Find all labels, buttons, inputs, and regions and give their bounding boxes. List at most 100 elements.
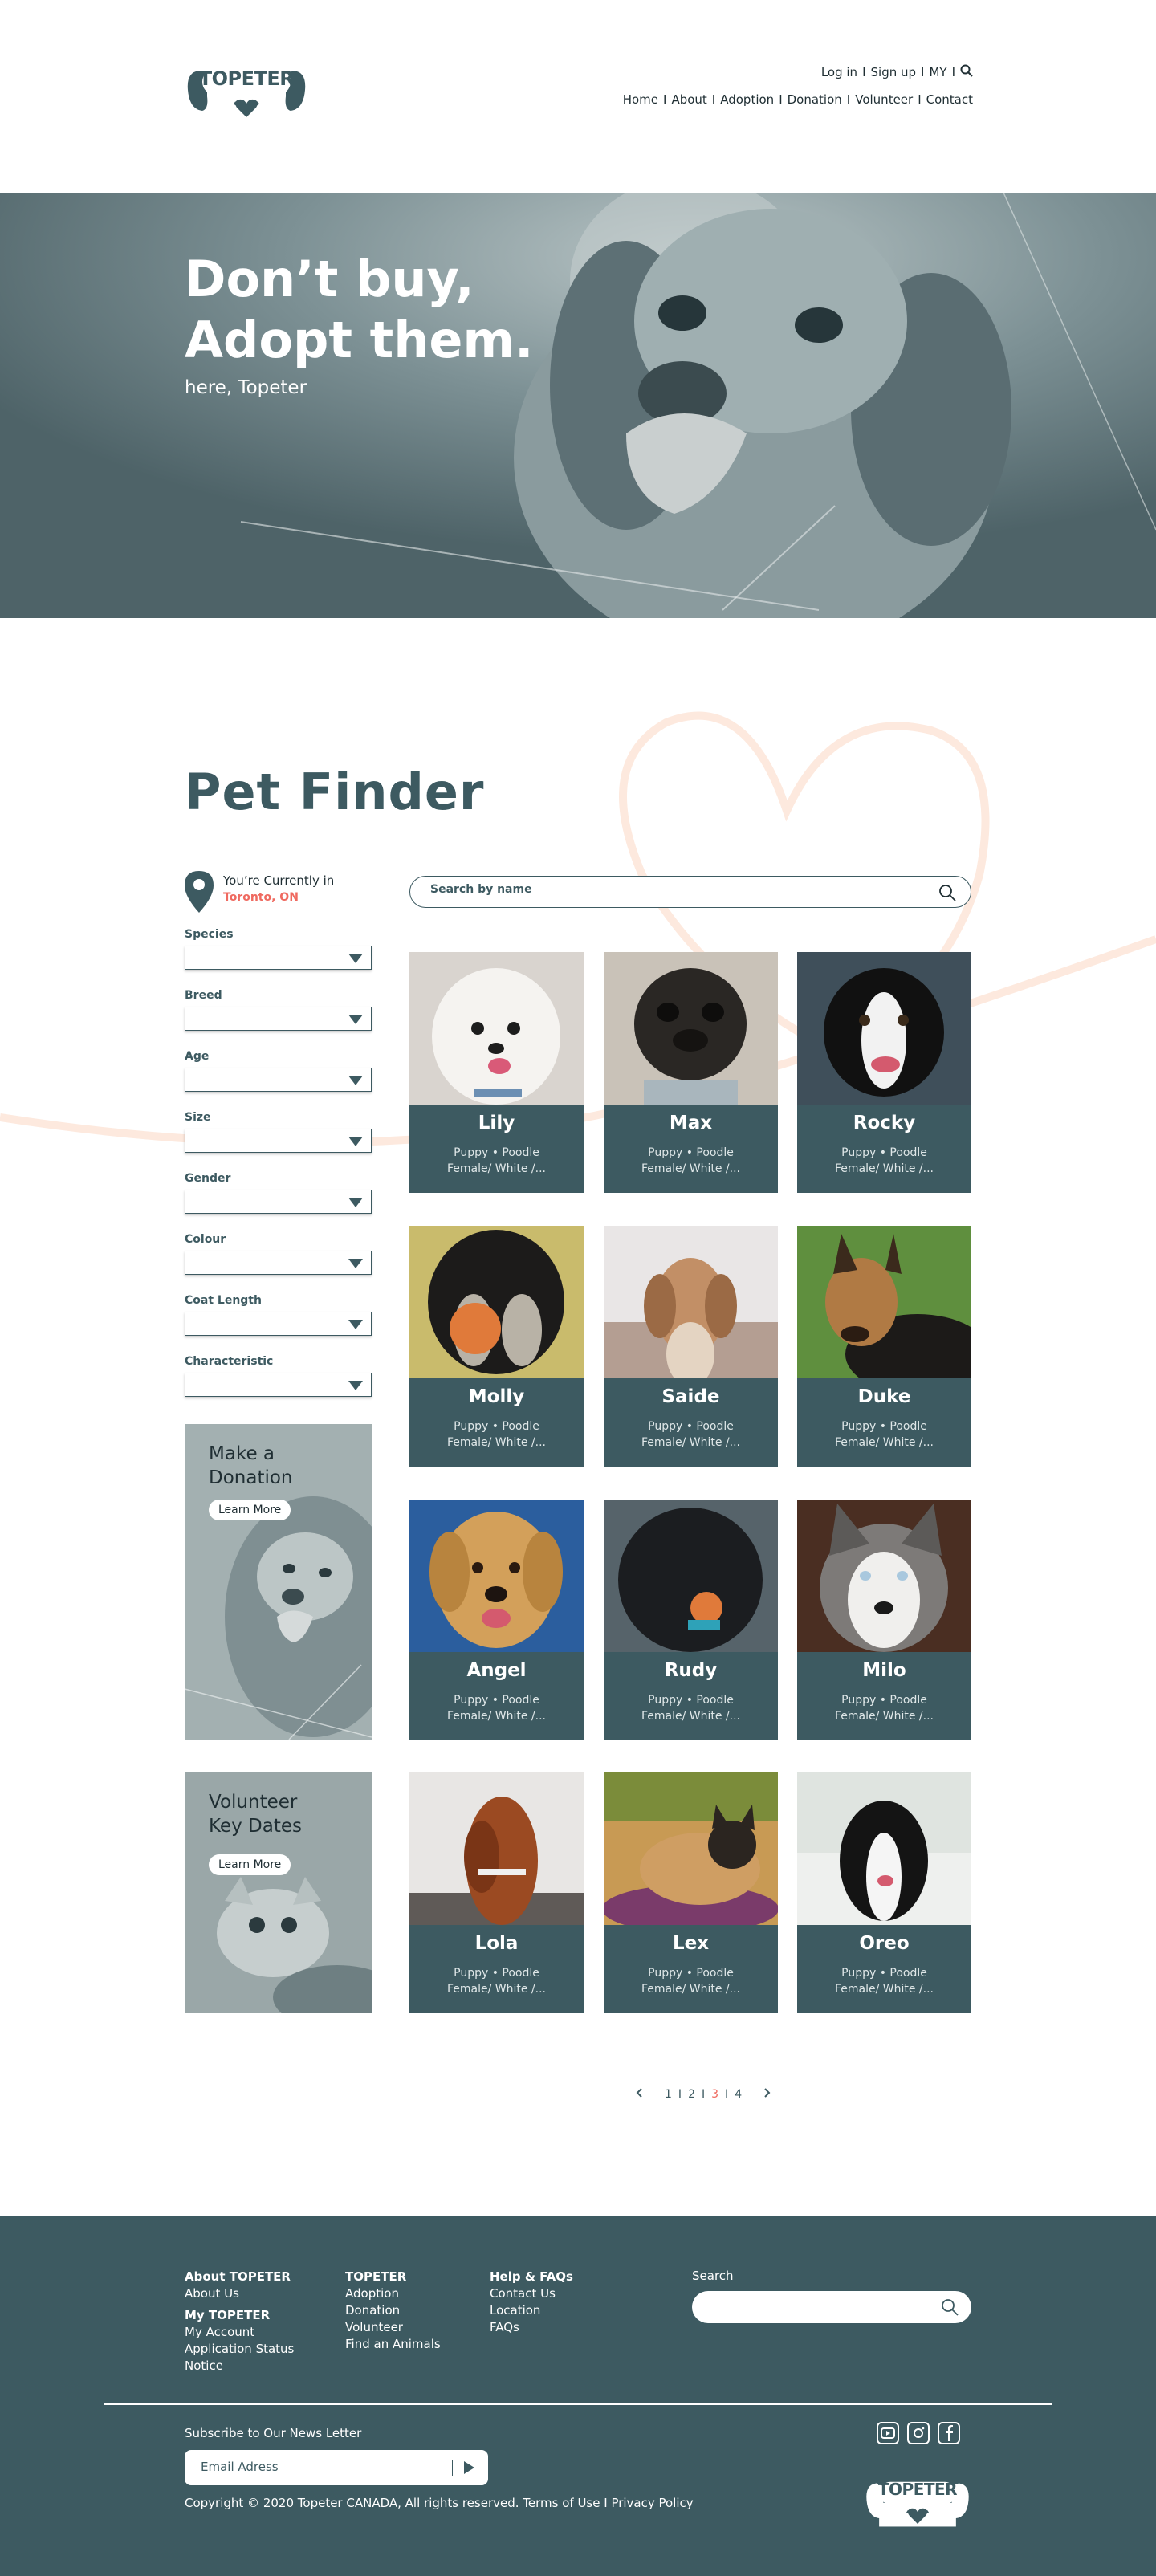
pet-card[interactable]: Angel Puppy • Poodle Female/ White /... bbox=[409, 1500, 584, 1740]
promo-title-line: Key Dates bbox=[209, 1816, 302, 1837]
footer-link[interactable]: My Account bbox=[185, 2324, 294, 2341]
colour-select[interactable] bbox=[185, 1251, 372, 1275]
gender-select[interactable] bbox=[185, 1190, 372, 1214]
site-logo[interactable]: TOPETER bbox=[185, 64, 308, 120]
newsletter-form bbox=[185, 2450, 488, 2485]
footer-divider bbox=[104, 2403, 1052, 2405]
youtube-icon[interactable] bbox=[877, 2422, 899, 2444]
filter-size: Size bbox=[185, 1111, 372, 1153]
search-icon[interactable] bbox=[938, 884, 956, 905]
my-link[interactable]: MY bbox=[929, 65, 946, 79]
caret-down-icon bbox=[348, 1259, 363, 1268]
characteristic-select[interactable] bbox=[185, 1373, 372, 1397]
nav-home[interactable]: Home bbox=[623, 92, 658, 107]
pet-search-input[interactable] bbox=[430, 883, 912, 896]
nav-volunteer[interactable]: Volunteer bbox=[855, 92, 913, 107]
species-select[interactable] bbox=[185, 946, 372, 970]
search-icon[interactable] bbox=[960, 64, 973, 80]
volunteer-learn-more-button[interactable]: Learn More bbox=[209, 1854, 291, 1875]
pet-card[interactable]: Max Puppy • Poodle Female/ White /... bbox=[604, 952, 778, 1193]
pet-gender-colour: Female/ White /... bbox=[641, 1162, 740, 1175]
page-link[interactable]: 2 bbox=[688, 2088, 695, 2101]
donation-promo[interactable]: Make a Donation Learn More bbox=[185, 1424, 372, 1740]
footer-link[interactable]: FAQs bbox=[490, 2319, 573, 2336]
login-link[interactable]: Log in bbox=[821, 65, 857, 79]
pet-card[interactable]: Milo Puppy • Poodle Female/ White /... bbox=[797, 1500, 971, 1740]
pet-card[interactable]: Lex Puppy • Poodle Female/ White /... bbox=[604, 1772, 778, 2013]
pet-card[interactable]: Oreo Puppy • Poodle Female/ White /... bbox=[797, 1772, 971, 2013]
chevron-right-icon[interactable] bbox=[761, 2087, 772, 2102]
promo-title: Make a Donation bbox=[209, 1442, 293, 1490]
pet-name: Lex bbox=[672, 1933, 710, 1954]
footer-link[interactable]: Find an Animals bbox=[345, 2336, 441, 2353]
page-link[interactable]: 1 bbox=[665, 2088, 672, 2101]
pet-photo bbox=[409, 1772, 584, 1925]
separator: I bbox=[862, 65, 866, 79]
pet-age-breed: Puppy • Poodle bbox=[648, 1420, 734, 1433]
age-select[interactable] bbox=[185, 1068, 372, 1092]
pet-photo bbox=[409, 952, 584, 1105]
volunteer-promo[interactable]: Volunteer Key Dates Learn More bbox=[185, 1772, 372, 2013]
pet-age-breed: Puppy • Poodle bbox=[841, 1146, 927, 1159]
current-location[interactable]: You’re Currently in Toronto, ON bbox=[185, 871, 377, 916]
pet-age-breed: Puppy • Poodle bbox=[454, 1420, 539, 1433]
caret-down-icon bbox=[348, 1015, 363, 1024]
page-link-current[interactable]: 3 bbox=[711, 2088, 718, 2101]
donation-learn-more-button[interactable]: Learn More bbox=[209, 1500, 291, 1520]
nav-donation[interactable]: Donation bbox=[788, 92, 842, 107]
footer-link[interactable]: Adoption bbox=[345, 2285, 441, 2302]
page-link[interactable]: 4 bbox=[735, 2088, 742, 2101]
separator: I bbox=[846, 92, 851, 107]
footer-search-input[interactable] bbox=[692, 2291, 971, 2323]
nav-adoption[interactable]: Adoption bbox=[720, 92, 774, 107]
pet-card[interactable]: Molly Puppy • Poodle Female/ White /... bbox=[409, 1226, 584, 1467]
pet-card[interactable]: Lily Puppy • Poodle Female/ White /... bbox=[409, 952, 584, 1193]
email-field[interactable] bbox=[201, 2460, 442, 2474]
filter-label: Age bbox=[185, 1050, 210, 1063]
hero-title-line2: Adopt them. bbox=[185, 311, 534, 369]
nav-about[interactable]: About bbox=[671, 92, 706, 107]
footer-link[interactable]: Application Status bbox=[185, 2341, 294, 2358]
filter-gender: Gender bbox=[185, 1172, 372, 1214]
filter-label: Breed bbox=[185, 989, 222, 1002]
footer-link[interactable]: Donation bbox=[345, 2302, 441, 2319]
pet-card[interactable]: Lola Puppy • Poodle Female/ White /... bbox=[409, 1772, 584, 2013]
location-label: You’re Currently in bbox=[223, 873, 335, 888]
search-icon[interactable] bbox=[941, 2298, 959, 2319]
pet-age-breed: Puppy • Poodle bbox=[648, 1694, 734, 1707]
filter-label: Species bbox=[185, 928, 234, 941]
facebook-icon[interactable] bbox=[938, 2422, 960, 2444]
pet-card[interactable]: Saide Puppy • Poodle Female/ White /... bbox=[604, 1226, 778, 1467]
pet-search-bar bbox=[409, 876, 971, 908]
footer-link[interactable]: Notice bbox=[185, 2358, 294, 2375]
chevron-left-icon[interactable] bbox=[634, 2087, 645, 2102]
footer-link[interactable]: Contact Us bbox=[490, 2285, 573, 2302]
pet-card[interactable]: Duke Puppy • Poodle Female/ White /... bbox=[797, 1226, 971, 1467]
signup-link[interactable]: Sign up bbox=[871, 65, 917, 79]
instagram-icon[interactable] bbox=[907, 2422, 930, 2444]
footer-heading: TOPETER bbox=[345, 2269, 407, 2284]
footer-link[interactable]: Location bbox=[490, 2302, 573, 2319]
size-select[interactable] bbox=[185, 1129, 372, 1153]
pet-photo bbox=[604, 1500, 778, 1652]
pet-gender-colour: Female/ White /... bbox=[834, 1436, 934, 1449]
pet-name: Lily bbox=[478, 1113, 515, 1133]
nav-contact[interactable]: Contact bbox=[926, 92, 973, 107]
separator: I bbox=[779, 92, 783, 107]
footer-link[interactable]: About Us bbox=[185, 2285, 294, 2302]
separator: I bbox=[725, 2088, 729, 2101]
filter-label: Characteristic bbox=[185, 1355, 274, 1368]
breed-select[interactable] bbox=[185, 1007, 372, 1031]
coat-length-select[interactable] bbox=[185, 1312, 372, 1336]
pet-name: Rocky bbox=[853, 1113, 916, 1133]
send-icon[interactable] bbox=[464, 2461, 474, 2474]
filter-colour: Colour bbox=[185, 1233, 372, 1275]
caret-down-icon bbox=[348, 1198, 363, 1207]
logo-text: TOPETER bbox=[198, 67, 295, 90]
site-footer: About TOPETER About Us My TOPETER My Acc… bbox=[0, 2216, 1156, 2576]
footer-logo[interactable]: TOPETER bbox=[864, 2476, 971, 2528]
footer-link[interactable]: Volunteer bbox=[345, 2319, 441, 2336]
hero-title-line1: Don’t buy, bbox=[185, 250, 474, 308]
pet-card[interactable]: Rocky Puppy • Poodle Female/ White /... bbox=[797, 952, 971, 1193]
pet-card[interactable]: Rudy Puppy • Poodle Female/ White /... bbox=[604, 1500, 778, 1740]
